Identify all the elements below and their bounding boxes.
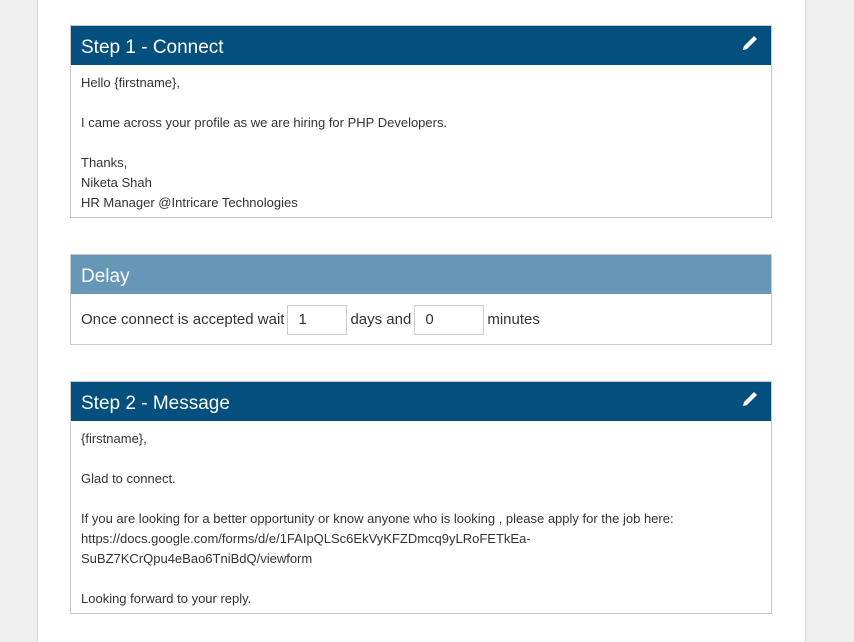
step1-message: Hello {firstname}, I came across your pro… xyxy=(71,65,771,213)
message-line xyxy=(81,133,761,153)
step1-title: Step 1 - Connect xyxy=(81,36,224,58)
message-line xyxy=(81,93,761,113)
message-line: HR Manager @Intricare Technologies xyxy=(81,195,298,210)
message-line xyxy=(81,449,761,469)
delay-title: Delay xyxy=(81,265,130,287)
message-line: Niketa Shah xyxy=(81,175,152,190)
pencil-icon[interactable] xyxy=(739,388,761,410)
message-line: SuBZ7KCrQpu4eBao6TniBdQ/viewform xyxy=(81,551,313,566)
step2-message: {firstname}, Glad to connect. If you are l… xyxy=(71,421,771,609)
delay-header: Delay xyxy=(71,255,771,294)
minutes-input[interactable] xyxy=(414,304,485,335)
message-line xyxy=(81,569,761,589)
message-line: Thanks, xyxy=(81,155,128,170)
delay-row: Once connect is accepted wait days and m… xyxy=(71,294,771,345)
message-line: Hello {firstname}, xyxy=(81,75,180,90)
minutes-label: minutes xyxy=(487,311,540,328)
delay-card: Delay Once connect is accepted wait days… xyxy=(70,254,772,345)
message-line: https://docs.google.com/forms/d/e/1FAIpQ… xyxy=(81,531,531,546)
days-label: days and xyxy=(350,311,412,328)
delay-prefix-label: Once connect is accepted wait xyxy=(81,311,285,328)
step1-card: Step 1 - Connect Hello {firstname}, I cam… xyxy=(70,25,772,218)
pencil-icon[interactable] xyxy=(739,32,761,54)
message-line xyxy=(81,489,761,509)
message-line: Looking forward to your reply. xyxy=(81,591,252,606)
step2-header: Step 2 - Message xyxy=(71,382,771,421)
days-input[interactable] xyxy=(287,304,348,335)
message-line: If you are looking for a better opportun… xyxy=(81,511,674,526)
message-line: {firstname}, xyxy=(81,431,147,446)
step2-card: Step 2 - Message {firstname}, Glad to con… xyxy=(70,381,772,614)
message-line: Glad to connect. xyxy=(81,471,176,486)
step2-title: Step 2 - Message xyxy=(81,392,230,414)
step1-header: Step 1 - Connect xyxy=(71,26,771,65)
message-line: I came across your profile as we are hir… xyxy=(81,115,448,130)
